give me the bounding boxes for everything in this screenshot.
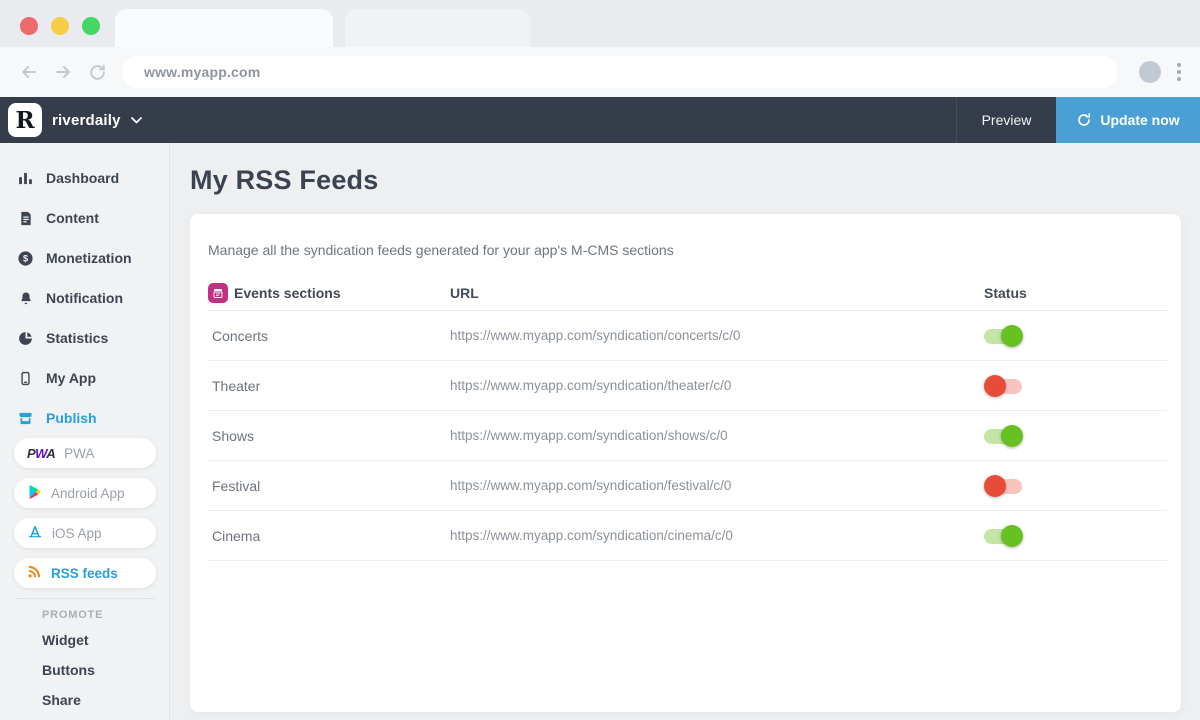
- chevron-down-icon: [131, 117, 142, 124]
- brand-menu[interactable]: R riverdaily: [0, 103, 142, 137]
- column-header-url: URL: [450, 285, 984, 301]
- feed-status-toggle[interactable]: [984, 325, 1023, 347]
- browser-tab-inactive[interactable]: [345, 9, 530, 47]
- refresh-icon: [1076, 112, 1092, 128]
- main-content: My RSS Feeds Manage all the syndication …: [170, 143, 1200, 720]
- table-row: Cinema https://www.myapp.com/syndication…: [208, 511, 1167, 561]
- bar-chart-icon: [16, 170, 35, 187]
- maximize-window-button[interactable]: [82, 17, 100, 35]
- app-store-icon: [27, 524, 43, 543]
- sidebar: Dashboard Content $ Monetization Notific…: [0, 143, 170, 720]
- pill-android-app[interactable]: Android App: [14, 478, 156, 508]
- update-now-button[interactable]: Update now: [1056, 97, 1200, 143]
- feeds-card: Manage all the syndication feeds generat…: [190, 214, 1181, 712]
- toggle-knob: [1001, 525, 1023, 547]
- column-header-status: Status: [984, 285, 1167, 301]
- bell-icon: [16, 290, 35, 307]
- feed-name: Concerts: [208, 328, 450, 344]
- smartphone-icon: [16, 370, 35, 387]
- events-calendar-icon: [208, 283, 228, 303]
- toggle-knob: [1001, 425, 1023, 447]
- feed-url: https://www.myapp.com/syndication/theate…: [450, 378, 984, 393]
- toggle-knob: [984, 375, 1006, 397]
- sidebar-item-content[interactable]: Content: [0, 198, 169, 238]
- toggle-knob: [984, 475, 1006, 497]
- minimize-window-button[interactable]: [51, 17, 69, 35]
- address-url: www.myapp.com: [144, 64, 260, 80]
- window-controls: [20, 17, 100, 35]
- pill-pwa[interactable]: PWA PWA: [14, 438, 156, 468]
- sidebar-item-share[interactable]: Share: [0, 685, 169, 715]
- page-title: My RSS Feeds: [190, 165, 1181, 196]
- dollar-circle-icon: $: [16, 250, 35, 267]
- table-row: Festival https://www.myapp.com/syndicati…: [208, 461, 1167, 511]
- feed-name: Cinema: [208, 528, 450, 544]
- table-row: Shows https://www.myapp.com/syndication/…: [208, 411, 1167, 461]
- address-bar[interactable]: www.myapp.com: [122, 56, 1117, 88]
- preview-button[interactable]: Preview: [956, 97, 1056, 143]
- feed-status-toggle[interactable]: [984, 425, 1023, 447]
- back-icon[interactable]: [16, 59, 42, 85]
- feed-status-toggle[interactable]: [984, 525, 1023, 547]
- publish-submenu: PWA PWA Android App iOS App: [0, 438, 169, 588]
- sidebar-item-notification[interactable]: Notification: [0, 278, 169, 318]
- table-row: Concerts https://www.myapp.com/syndicati…: [208, 311, 1167, 361]
- forward-icon[interactable]: [50, 59, 76, 85]
- sidebar-divider: [16, 598, 155, 599]
- toggle-knob: [1001, 325, 1023, 347]
- pill-ios-app[interactable]: iOS App: [14, 518, 156, 548]
- pwa-logo-icon: PWA: [27, 446, 55, 461]
- sidebar-item-monetization[interactable]: $ Monetization: [0, 238, 169, 278]
- feeds-table-body: Concerts https://www.myapp.com/syndicati…: [208, 311, 1167, 561]
- card-description: Manage all the syndication feeds generat…: [208, 242, 1167, 258]
- google-play-icon: [27, 484, 42, 503]
- sidebar-item-dashboard[interactable]: Dashboard: [0, 158, 169, 198]
- feed-name: Theater: [208, 378, 450, 394]
- brand-name: riverdaily: [52, 112, 121, 129]
- app-logo: R: [8, 103, 42, 137]
- promote-section-header: PROMOTE: [42, 609, 169, 621]
- feed-status-toggle[interactable]: [984, 375, 1023, 397]
- svg-text:$: $: [23, 253, 28, 263]
- table-header: Events sections URL Status: [208, 275, 1167, 311]
- browser-menu-icon[interactable]: [1177, 63, 1181, 81]
- feed-name: Festival: [208, 478, 450, 494]
- close-window-button[interactable]: [20, 17, 38, 35]
- feed-url: https://www.myapp.com/syndication/cinema…: [450, 528, 984, 543]
- document-icon: [16, 210, 35, 227]
- column-header-sections: Events sections: [234, 285, 341, 301]
- sidebar-item-widget[interactable]: Widget: [0, 625, 169, 655]
- sidebar-item-statistics[interactable]: Statistics: [0, 318, 169, 358]
- rss-icon: [27, 564, 42, 582]
- browser-window: www.myapp.com R riverdaily Preview Updat…: [0, 0, 1200, 720]
- storefront-icon: [16, 410, 35, 427]
- sidebar-item-publish[interactable]: Publish: [0, 398, 169, 438]
- sidebar-item-buttons[interactable]: Buttons: [0, 655, 169, 685]
- feed-url: https://www.myapp.com/syndication/shows/…: [450, 428, 984, 443]
- pie-chart-icon: [16, 330, 35, 347]
- feed-url: https://www.myapp.com/syndication/concer…: [450, 328, 984, 343]
- sidebar-item-my-app[interactable]: My App: [0, 358, 169, 398]
- pill-rss-feeds[interactable]: RSS feeds: [14, 558, 156, 588]
- browser-tab-active[interactable]: [115, 9, 333, 47]
- reload-icon[interactable]: [84, 59, 110, 85]
- browser-toolbar: www.myapp.com: [0, 47, 1200, 97]
- feed-name: Shows: [208, 428, 450, 444]
- app-header: R riverdaily Preview Update now: [0, 97, 1200, 143]
- browser-profile-avatar[interactable]: [1139, 61, 1161, 83]
- table-row: Theater https://www.myapp.com/syndicatio…: [208, 361, 1167, 411]
- feed-status-toggle[interactable]: [984, 475, 1023, 497]
- feed-url: https://www.myapp.com/syndication/festiv…: [450, 478, 984, 493]
- browser-tabstrip: [0, 0, 1200, 47]
